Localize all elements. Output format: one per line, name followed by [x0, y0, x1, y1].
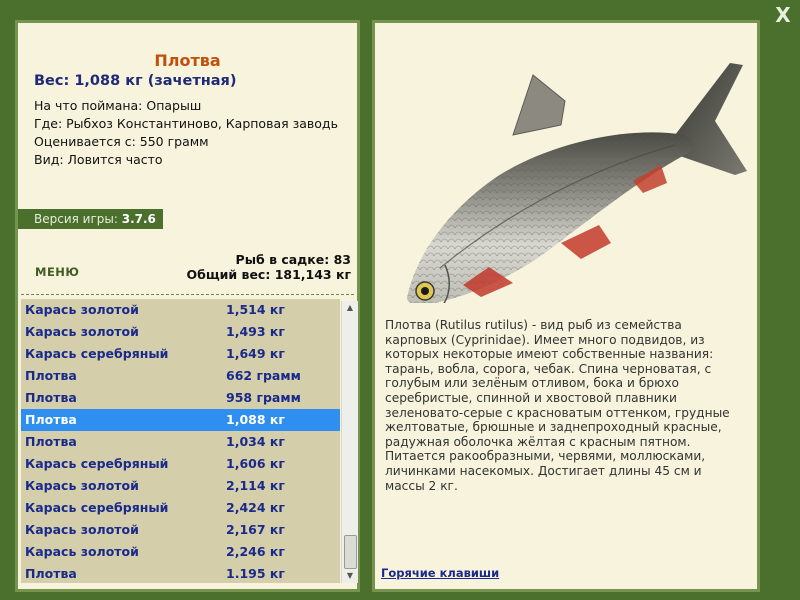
place-line: Где: Рыбхоз Константиново, Карповая заво… [34, 116, 338, 131]
fish-name: Плотва [154, 51, 221, 70]
version-value: 3.7.6 [121, 212, 156, 226]
list-item-weight: 1,649 кг [226, 346, 285, 361]
list-item[interactable]: Карась золотой 2,114 кг [21, 475, 340, 497]
version-label: Версия игры: [34, 212, 122, 226]
catch-list[interactable]: Карась золотой 1,514 кг Карась золотой 1,49… [21, 299, 340, 583]
list-item[interactable]: Карась серебряный 1,606 кг [21, 453, 340, 475]
list-item-name: Карась золотой [25, 302, 139, 317]
scroll-thumb[interactable] [344, 535, 357, 569]
list-item[interactable]: Карась золотой 2,246 кг [21, 541, 340, 563]
divider [21, 294, 354, 295]
list-item-weight: 662 грамм [226, 368, 301, 383]
list-item-name: Плотва [25, 368, 77, 383]
fish-details: На что поймана: Опарыш Где: Рыбхоз Конст… [34, 97, 338, 169]
list-item-weight: 1,088 кг [226, 412, 285, 427]
list-item-name: Карась серебряный [25, 456, 169, 471]
keepnet-stats: Рыб в садке: 83 Общий вес: 181,143 кг [187, 252, 352, 282]
menu-button[interactable]: МЕНЮ [35, 265, 79, 279]
list-item[interactable]: Карась золотой 1,514 кг [21, 299, 340, 321]
list-item-weight: 2,167 кг [226, 522, 285, 537]
list-item-weight: 2,246 кг [226, 544, 285, 559]
list-scrollbar[interactable]: ▲ ▼ [341, 301, 358, 583]
list-item[interactable]: Плотва 662 грамм [21, 365, 340, 387]
value-line: Оценивается с: 550 грамм [34, 134, 209, 149]
list-item-weight: 1.195 кг [226, 566, 285, 581]
list-item-name: Карась серебряный [25, 500, 169, 515]
list-item-weight: 958 грамм [226, 390, 301, 405]
list-item-weight: 2,424 кг [226, 500, 285, 515]
list-item[interactable]: Плотва 958 грамм [21, 387, 340, 409]
fish-description: Плотва (Rutilus rutilus) - вид рыб из се… [385, 318, 730, 493]
list-item[interactable]: Плотва 1.195 кг [21, 563, 340, 583]
fish-weight: Вес: 1,088 кг (зачетная) [34, 73, 237, 89]
list-item-name: Карась золотой [25, 522, 139, 537]
kind-line: Вид: Ловится часто [34, 152, 163, 167]
fish-image [407, 63, 747, 303]
scroll-down-icon[interactable]: ▼ [342, 569, 358, 583]
list-item-weight: 1,514 кг [226, 302, 285, 317]
hotkeys-link[interactable]: Горячие клавиши [381, 566, 499, 580]
list-item[interactable]: Плотва 1,034 кг [21, 431, 340, 453]
close-button[interactable]: X [772, 4, 794, 26]
fish-count: Рыб в садке: 83 [235, 252, 351, 267]
bait-line: На что поймана: Опарыш [34, 98, 202, 113]
list-item[interactable]: Карась золотой 1,493 кг [21, 321, 340, 343]
list-item-name: Плотва [25, 390, 77, 405]
list-item[interactable]: Плотва 1,088 кг [21, 409, 340, 431]
list-item-weight: 2,114 кг [226, 478, 285, 493]
list-item-weight: 1,606 кг [226, 456, 285, 471]
list-item-weight: 1,034 кг [226, 434, 285, 449]
list-item-weight: 1,493 кг [226, 324, 285, 339]
list-item-name: Плотва [25, 434, 77, 449]
list-item-name: Карась золотой [25, 478, 139, 493]
scroll-up-icon[interactable]: ▲ [342, 301, 358, 315]
list-item-name: Плотва [25, 412, 77, 427]
list-item-name: Карась серебряный [25, 346, 169, 361]
list-item-name: Плотва [25, 566, 77, 581]
version-badge: Версия игры: 3.7.6 [18, 209, 163, 229]
catch-info-panel: Плотва Вес: 1,088 кг (зачетная) На что п… [15, 20, 360, 592]
fish-description-panel: Плотва (Rutilus rutilus) - вид рыб из се… [372, 20, 760, 592]
list-item-name: Карась золотой [25, 324, 139, 339]
list-item[interactable]: Карась серебряный 1,649 кг [21, 343, 340, 365]
list-item-name: Карась золотой [25, 544, 139, 559]
list-item[interactable]: Карась золотой 2,167 кг [21, 519, 340, 541]
list-item[interactable]: Карась серебряный 2,424 кг [21, 497, 340, 519]
total-weight: Общий вес: 181,143 кг [186, 267, 352, 282]
